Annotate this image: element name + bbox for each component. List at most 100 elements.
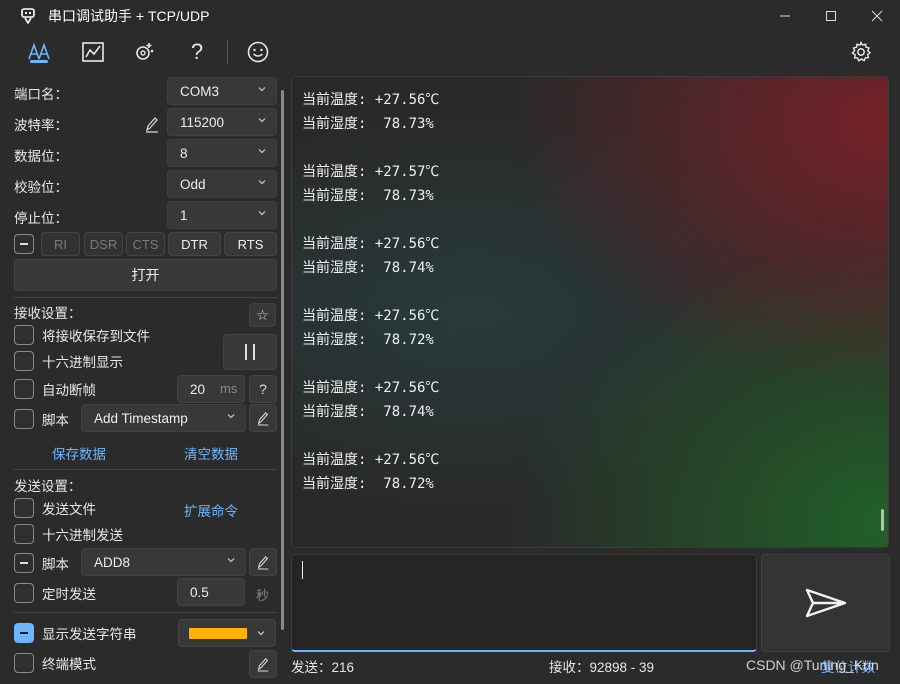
receive-settings-header: 接收设置： [14,306,82,321]
open-port-button[interactable]: 打开 [14,259,277,291]
show-send-string-checkbox[interactable] [14,623,34,643]
timed-send-value: 0.5 [190,584,209,600]
clear-data-link[interactable]: 清空数据 [184,443,238,463]
parity-label: 校验位： [14,180,68,195]
timed-send-checkbox[interactable] [14,583,34,603]
received-count: 接收：92898 - 39 [549,660,655,675]
stopbits-value: 1 [180,207,188,223]
text-tab-icon[interactable] [21,36,57,68]
rx-script-select[interactable]: Add Timestamp [81,404,246,432]
timed-send-input[interactable]: 0.5 [177,578,245,606]
tx-script-value: ADD8 [94,554,131,570]
settings-scrollbar[interactable] [281,90,284,630]
pause-button[interactable] [223,334,277,370]
port-label: 端口名： [14,87,68,102]
divider [14,297,277,298]
active-tab-indicator [30,60,48,63]
rts-button[interactable]: RTS [224,232,277,256]
smiley-icon[interactable] [240,36,276,68]
port-select[interactable]: COM3 [167,77,277,105]
gear-icon[interactable] [843,36,879,68]
color-picker[interactable] [178,619,276,647]
dtr-button[interactable]: DTR [168,232,221,256]
ri-button: RI [41,232,80,256]
help-icon[interactable]: ? [179,36,215,68]
auto-frame-checkbox[interactable] [14,379,34,399]
send-settings-header: 发送设置： [14,479,82,494]
watermark: CSDN @Tuning_Kun [746,657,879,673]
databits-value: 8 [180,145,188,161]
rx-line: 当前湿度: 78.73% [302,188,434,204]
maximize-button[interactable] [808,0,854,32]
rx-line: 当前温度: +27.56℃ [302,308,440,324]
text-caret [302,561,303,579]
rx-script-label: 脚本 [42,413,69,428]
stopbits-select[interactable]: 1 [167,201,277,229]
dsr-button: DSR [84,232,123,256]
window-title: 串口调试助手 + TCP/UDP [48,8,210,24]
rx-line: 当前湿度: 78.74% [302,404,434,420]
terminal-mode-label: 终端模式 [42,657,96,672]
edit-tx-script-icon[interactable] [249,548,277,576]
send-file-label: 发送文件 [42,502,96,517]
main-window: 串口调试助手 + TCP/UDP ? 端口名： COM3 波特率： 115200… [0,0,900,684]
tx-script-checkbox[interactable] [14,553,34,573]
extend-cmd-link[interactable]: 扩展命令 [184,500,238,520]
hex-display-checkbox[interactable] [14,351,34,371]
databits-label: 数据位： [14,149,68,164]
app-icon [20,8,36,24]
show-send-string-label: 显示发送字符串 [42,627,137,642]
toolbar: ? [0,32,900,72]
baud-value: 115200 [180,114,225,130]
rx-line: 当前温度: +27.56℃ [302,452,440,468]
rx-line: 当前湿度: 78.73% [302,116,434,132]
close-button[interactable] [854,0,900,32]
send-arrow-icon [805,588,846,618]
cts-button: CTS [126,232,165,256]
signals-checkbox[interactable] [14,234,34,254]
parity-select[interactable]: Odd [167,170,277,198]
rx-line: 当前温度: +27.57℃ [302,164,440,180]
toolbar-divider [227,40,228,64]
receive-area[interactable]: 当前温度: +27.56℃ 当前湿度: 78.73% 当前温度: +27.57℃… [291,76,889,548]
save-to-file-checkbox[interactable] [14,325,34,345]
hex-send-checkbox[interactable] [14,524,34,544]
star-icon[interactable]: ☆ [249,303,276,327]
parity-value: Odd [180,176,206,192]
baud-select[interactable]: 115200 [167,108,277,136]
stopbits-label: 停止位： [14,211,68,226]
chart-tab-icon[interactable] [75,36,111,68]
send-button[interactable] [761,554,890,652]
send-file-checkbox[interactable] [14,498,34,518]
rx-line: 当前湿度: 78.72% [302,476,434,492]
send-input[interactable] [291,554,757,652]
tx-script-select[interactable]: ADD8 [81,548,246,576]
timed-send-unit: 秒 [256,588,270,603]
rx-line: 当前湿度: 78.74% [302,260,434,276]
save-data-link[interactable]: 保存数据 [52,443,106,463]
receive-scrollbar[interactable] [881,509,884,531]
rx-script-checkbox[interactable] [14,409,34,429]
divider [14,612,277,613]
auto-frame-value: 20 [190,381,206,397]
divider [14,469,277,470]
edit-pen-icon[interactable] [144,115,160,133]
title-bar: 串口调试助手 + TCP/UDP [0,0,900,32]
settings-panel: 端口名： COM3 波特率： 115200 数据位： 8 校验位： Odd 停止… [8,76,284,682]
edit-script-icon[interactable] [249,404,277,432]
minimize-button[interactable] [762,0,808,32]
rx-line: 当前温度: +27.56℃ [302,380,440,396]
hex-display-label: 十六进制显示 [42,355,123,370]
save-to-file-label: 将接收保存到文件 [42,329,150,344]
edit-terminal-icon[interactable] [249,650,277,678]
rx-line: 当前温度: +27.56℃ [302,236,440,252]
auto-frame-label: 自动断帧 [42,383,96,398]
tx-script-label: 脚本 [42,557,69,572]
help-small-icon[interactable]: ? [249,375,277,403]
sent-count: 发送：216 [291,660,355,675]
extensions-tab-icon[interactable] [127,36,163,68]
rx-line: 当前湿度: 78.72% [302,332,434,348]
port-value: COM3 [180,83,220,99]
terminal-mode-checkbox[interactable] [14,653,34,673]
databits-select[interactable]: 8 [167,139,277,167]
